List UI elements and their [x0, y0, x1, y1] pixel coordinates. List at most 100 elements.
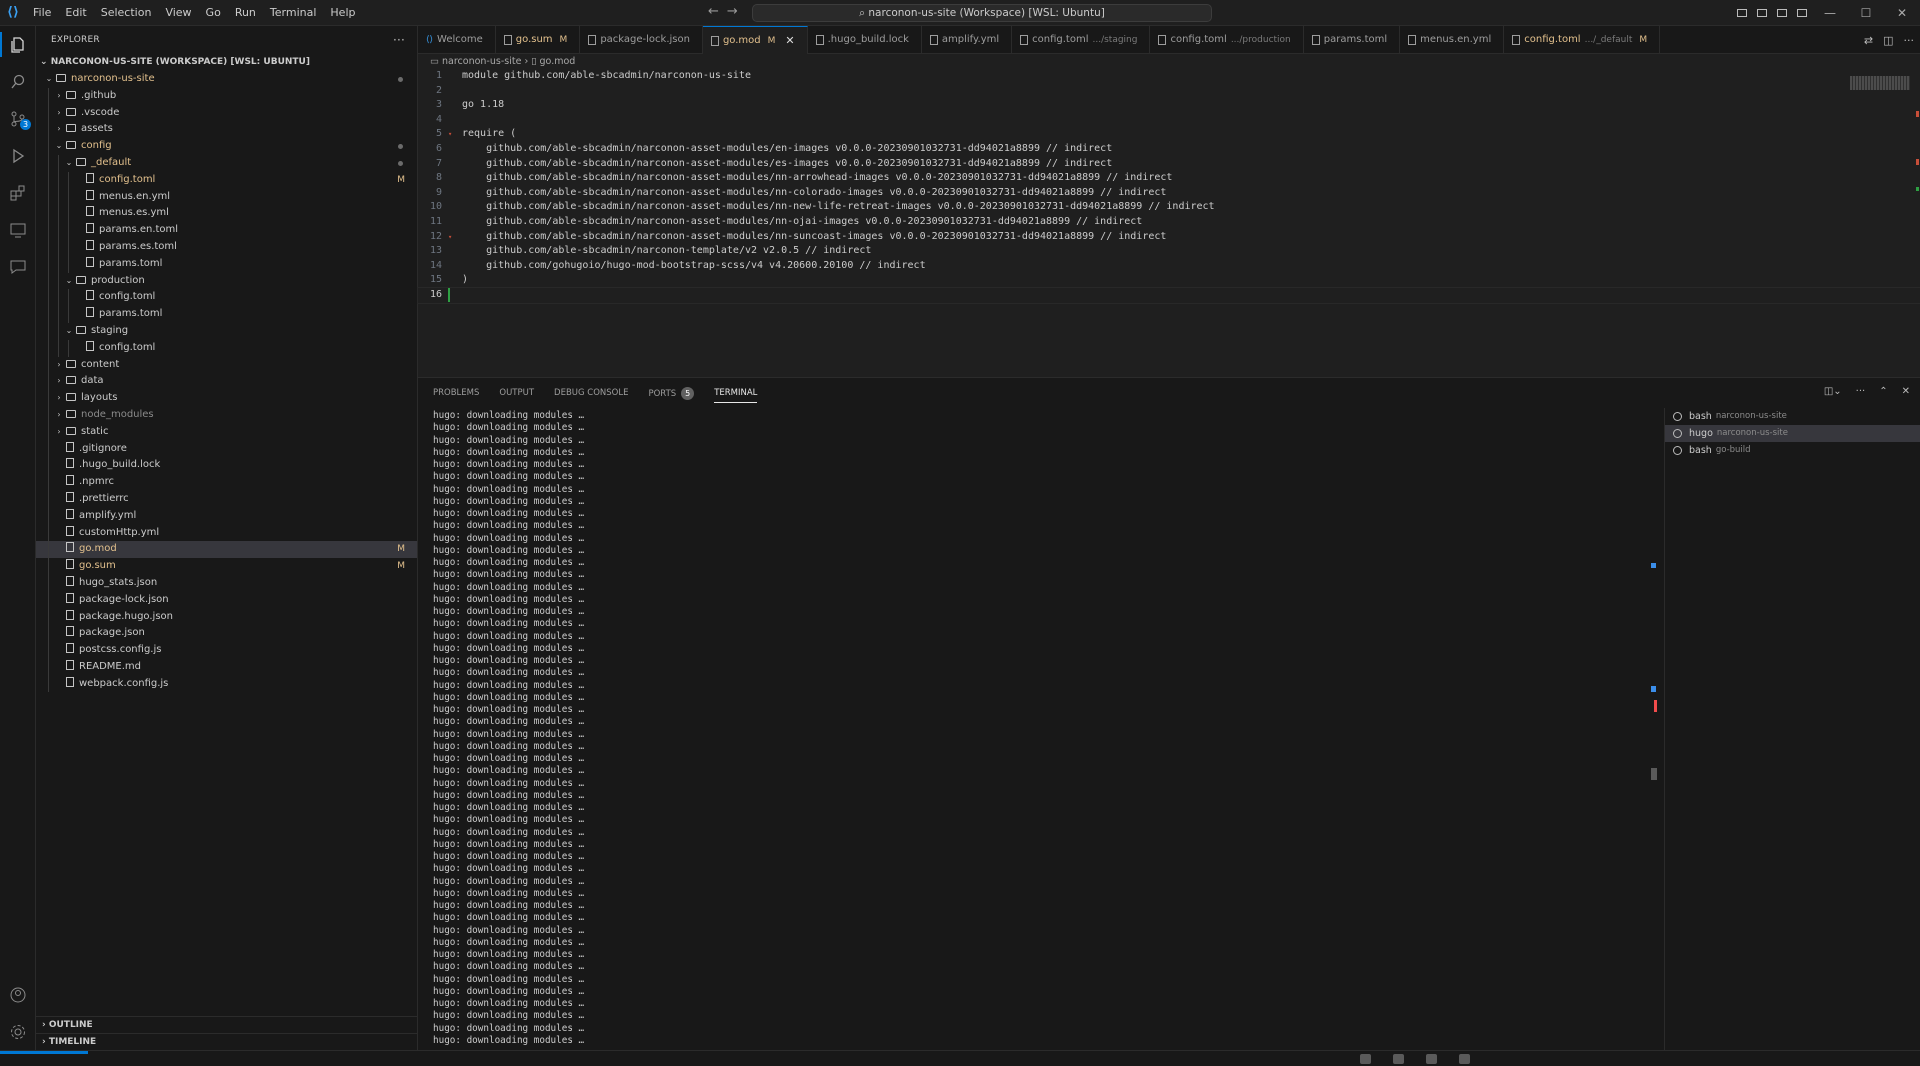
folder-item[interactable]: › node_modules	[36, 406, 417, 424]
file-item[interactable]: menus.es.yml	[36, 205, 417, 223]
editor-tab[interactable]: go.sum M	[496, 26, 581, 54]
toggle-secondary-sidebar-icon[interactable]	[1772, 0, 1792, 26]
menu-view[interactable]: View	[158, 0, 198, 26]
more-actions-icon[interactable]: ···	[1856, 386, 1866, 397]
file-item[interactable]: menus.en.yml	[36, 188, 417, 206]
settings-gear-icon[interactable]	[0, 1013, 36, 1050]
editor-tab[interactable]: config.toml .../_default M	[1504, 26, 1661, 54]
file-item[interactable]: params.toml	[36, 255, 417, 273]
outline-section[interactable]: › OUTLINE	[36, 1016, 417, 1033]
file-item[interactable]: package.hugo.json	[36, 608, 417, 626]
file-item[interactable]: hugo_stats.json	[36, 574, 417, 592]
minimize-icon[interactable]: —	[1812, 6, 1848, 20]
terminal-instance[interactable]: bash narconon-us-site	[1665, 408, 1920, 425]
close-tab-icon[interactable]: ✕	[785, 27, 794, 55]
toggle-panel-icon[interactable]	[1752, 0, 1772, 26]
file-item[interactable]: config.toml	[36, 289, 417, 307]
search-icon[interactable]	[0, 63, 36, 100]
folder-item[interactable]: ⌄ _default	[36, 154, 417, 172]
folder-item[interactable]: › .github	[36, 87, 417, 105]
file-item[interactable]: params.en.toml	[36, 222, 417, 239]
menu-terminal[interactable]: Terminal	[263, 0, 324, 26]
close-panel-icon[interactable]: ✕	[1902, 386, 1910, 397]
editor-tab[interactable]: .hugo_build.lock	[808, 26, 922, 54]
folder-item[interactable]: › layouts	[36, 390, 417, 407]
folder-item[interactable]: › content	[36, 356, 417, 374]
extensions-icon[interactable]	[0, 174, 36, 211]
maximize-panel-icon[interactable]: ⌃	[1879, 386, 1887, 397]
taskbar-icon[interactable]	[1426, 1054, 1437, 1064]
toggle-primary-sidebar-icon[interactable]	[1732, 0, 1752, 26]
editor-tab[interactable]: go.mod M ✕	[702, 26, 808, 55]
file-item[interactable]: go.mod M	[36, 541, 417, 559]
folder-item[interactable]: › static	[36, 423, 417, 441]
editor-tab[interactable]: amplify.yml	[922, 26, 1013, 54]
panel-tab-ports[interactable]: PORTS 5	[648, 386, 695, 400]
folder-item[interactable]: › data	[36, 373, 417, 391]
menu-edit[interactable]: Edit	[58, 0, 93, 26]
folder-item[interactable]: ⌄ production	[36, 272, 417, 290]
panel-tab-output[interactable]: OUTPUT	[499, 388, 534, 398]
panel-tab-debug-console[interactable]: DEBUG CONSOLE	[554, 388, 628, 398]
file-item[interactable]: customHttp.yml	[36, 524, 417, 542]
taskbar-icon[interactable]	[1360, 1054, 1371, 1064]
file-item[interactable]: .prettierrc	[36, 490, 417, 508]
editor-scrollbar[interactable]	[1914, 69, 1920, 369]
terminal-instance[interactable]: bash go-build	[1665, 442, 1920, 459]
editor-tab[interactable]: params.toml	[1304, 26, 1401, 54]
close-window-icon[interactable]: ✕	[1884, 6, 1920, 20]
file-item[interactable]: package-lock.json	[36, 591, 417, 609]
explorer-icon[interactable]	[0, 26, 36, 63]
breadcrumb-file[interactable]: go.mod	[540, 56, 576, 67]
source-control-icon[interactable]: 3	[0, 100, 36, 137]
terminal-output[interactable]: hugo: downloading modules … hugo: downloa…	[433, 410, 1603, 1050]
panel-tab-problems[interactable]: PROBLEMS	[433, 388, 479, 398]
file-item[interactable]: config.toml	[36, 339, 417, 357]
file-item[interactable]: postcss.config.js	[36, 642, 417, 659]
editor-tab[interactable]: package-lock.json	[580, 26, 703, 54]
split-editor-icon[interactable]: ◫	[1883, 34, 1893, 47]
menu-file[interactable]: File	[26, 0, 58, 26]
menu-run[interactable]: Run	[228, 0, 263, 26]
file-item[interactable]: .npmrc	[36, 474, 417, 491]
more-actions-icon[interactable]: ···	[1904, 34, 1915, 47]
terminal-instance[interactable]: hugo narconon-us-site	[1665, 425, 1920, 442]
file-item[interactable]: params.es.toml	[36, 238, 417, 256]
menu-go[interactable]: Go	[199, 0, 228, 26]
file-item[interactable]: config.toml M	[36, 171, 417, 189]
file-item[interactable]: .hugo_build.lock	[36, 457, 417, 475]
editor-tab[interactable]: config.toml .../staging	[1012, 26, 1151, 54]
folder-item[interactable]: › assets	[36, 121, 417, 139]
breadcrumb-folder[interactable]: narconon-us-site	[442, 56, 521, 67]
folder-item[interactable]: › .vscode	[36, 104, 417, 122]
timeline-section[interactable]: › TIMELINE	[36, 1033, 417, 1050]
editor-tab[interactable]: ⟨⟩ Welcome	[418, 26, 496, 54]
taskbar-icon[interactable]	[1459, 1054, 1470, 1064]
maximize-icon[interactable]: ☐	[1848, 6, 1884, 20]
terminal-scrollbar[interactable]	[1651, 410, 1659, 1050]
file-item[interactable]: amplify.yml	[36, 507, 417, 525]
forward-arrow-icon[interactable]: →	[727, 4, 738, 19]
back-arrow-icon[interactable]: ←	[708, 4, 719, 19]
folder-item[interactable]: ⌄ narconon-us-site	[36, 71, 417, 88]
chat-icon[interactable]	[0, 248, 36, 285]
remote-indicator[interactable]	[0, 1051, 88, 1054]
file-item[interactable]: go.sum M	[36, 558, 417, 575]
remote-explorer-icon[interactable]	[0, 211, 36, 248]
menu-help[interactable]: Help	[323, 0, 362, 26]
run-debug-icon[interactable]	[0, 137, 36, 174]
minimap[interactable]	[1850, 76, 1910, 90]
editor-tab[interactable]: menus.en.yml	[1400, 26, 1505, 54]
customize-layout-icon[interactable]	[1792, 0, 1812, 26]
code-editor[interactable]: 1 module github.com/able-sbcadmin/narcono…	[417, 69, 1920, 369]
panel-tab-terminal[interactable]: TERMINAL	[714, 388, 758, 403]
folder-item[interactable]: ⌄ config	[36, 138, 417, 155]
menu-selection[interactable]: Selection	[94, 0, 159, 26]
file-item[interactable]: README.md	[36, 658, 417, 676]
account-icon[interactable]	[0, 976, 36, 1013]
more-actions-icon[interactable]: ···	[393, 26, 405, 54]
open-changes-icon[interactable]: ⇄	[1864, 34, 1873, 47]
taskbar-icon[interactable]	[1393, 1054, 1404, 1064]
editor-tab[interactable]: config.toml .../production	[1150, 26, 1304, 54]
file-item[interactable]: .gitignore	[36, 440, 417, 458]
